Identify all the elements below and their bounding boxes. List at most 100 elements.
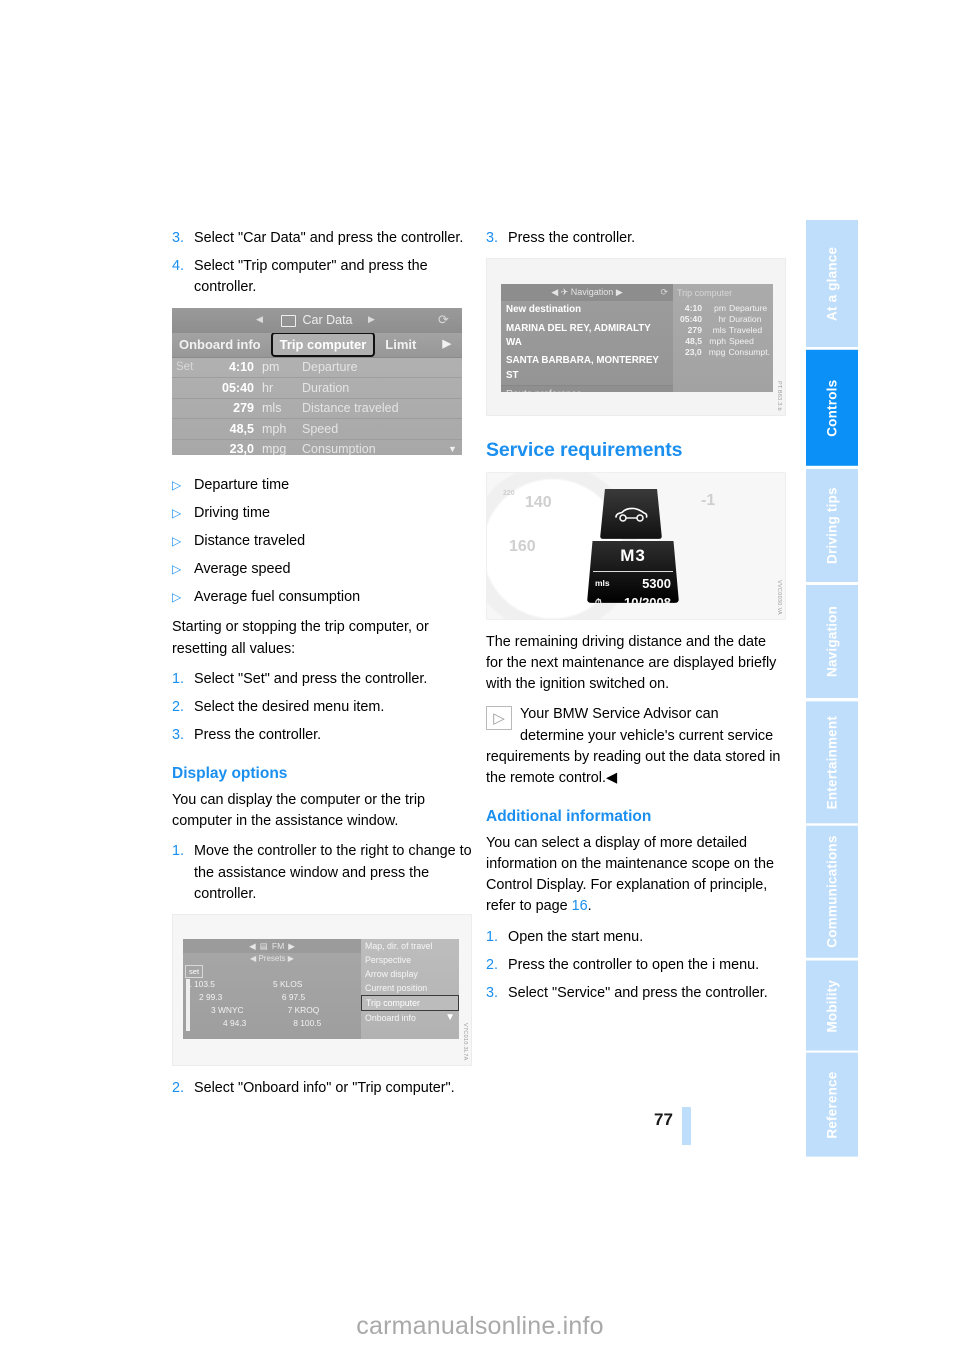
preset-3[interactable]: 3 WNYC (211, 1004, 288, 1017)
preset-slot: 4 (223, 1017, 228, 1028)
tab-reference[interactable]: Reference (806, 1053, 858, 1157)
chevron-right-icon[interactable]: ▶ (436, 336, 458, 352)
menu-item-destination-1[interactable]: MARINA DEL REY, ADMIRALTY WA (501, 320, 673, 353)
monitor-icon (281, 315, 297, 328)
fm-set-button[interactable]: set (185, 964, 204, 978)
divider (593, 570, 673, 572)
step-number: 2. (172, 698, 185, 715)
fm-panel: ◀ ▤ FM ▶ ◀ Presets ▶ set 103.5 5 KLOS 2 … (183, 938, 361, 1039)
tab-at-a-glance[interactable]: At a glance (806, 220, 858, 348)
row-label: Duration (302, 380, 350, 395)
service-advisor-note: ▷ Your BMW Service Advisor can determine… (486, 704, 786, 789)
screen-tabs: Onboard info Trip computer Limit ▶ (172, 331, 462, 358)
scroll-down-icon[interactable]: ▼ (448, 443, 462, 455)
service-paragraph: The remaining driving distance and the d… (486, 633, 777, 693)
list-item: 1. Open the start menu. (486, 927, 786, 948)
list-item: ▷ Average speed (172, 559, 472, 580)
menu-item-trip-computer[interactable]: Trip computer (361, 994, 459, 1011)
step-number: 4. (172, 258, 185, 275)
set-label[interactable]: Set (172, 359, 206, 376)
step-text: Select "Set" and press the controller. (194, 670, 428, 687)
presets-label: Presets (258, 954, 286, 963)
site-watermark: carmanualsonline.info (356, 1312, 604, 1340)
menu-item-onboard-info[interactable]: Onboard info ▼ (361, 1011, 459, 1025)
preset-1[interactable]: 1 103.5 (187, 978, 273, 991)
list-item: 3. Select "Service" and press the contro… (486, 983, 786, 1004)
screen-title: Navigation (570, 287, 614, 298)
menu-item-arrow-display[interactable]: Arrow display (361, 967, 459, 981)
row-value: 4:10 (684, 303, 702, 314)
row-value: 05:40 (222, 380, 254, 395)
row-unit: mph (709, 336, 726, 347)
trip-computer-rows: Set 4:10 pm Departure 05:40 hr Duration (172, 358, 462, 455)
distance-unit-label: mls (595, 578, 610, 589)
menu-item-route-preference[interactable]: Route preference (501, 385, 673, 393)
preset-name: 97.5 (288, 991, 306, 1002)
table-row: 279 mls Distance traveled (172, 399, 462, 420)
section-tab-rail: At a glance Controls Driving tips Naviga… (806, 220, 858, 1160)
screen-titlebar: ◀ ✈ Navigation ▶ ⟳ (501, 284, 673, 302)
bullet-text: Average speed (194, 561, 291, 578)
scroll-down-icon[interactable]: ▼ (445, 1012, 455, 1024)
preset-7[interactable]: 7 KROQ (288, 1004, 357, 1017)
chevron-right-icon: ▶ (288, 940, 295, 951)
step-text: Move the controller to the right to chan… (194, 843, 472, 902)
tab-entertainment[interactable]: Entertainment (806, 700, 858, 824)
list-item: 2. Press the controller to open the i me… (486, 955, 786, 976)
step-number: 3. (172, 727, 185, 744)
list-item: ▷ Average fuel consumption (172, 587, 472, 608)
tab-navigation[interactable]: Navigation (806, 584, 858, 698)
screen-tab-trip-computer[interactable]: Trip computer (270, 331, 376, 358)
preset-5[interactable]: 5 KLOS (273, 978, 351, 991)
menu-item-new-destination[interactable]: New destination (501, 301, 673, 319)
triangle-bullet-icon: ▷ (172, 590, 182, 605)
additional-paragraph: You can select a display of more detaile… (486, 833, 786, 918)
row-value: 23,0 (684, 347, 702, 358)
preset-6[interactable]: 6 97.5 (282, 991, 357, 1004)
step-number: 2. (486, 956, 499, 973)
menu-item-perspective[interactable]: Perspective (361, 953, 459, 967)
table-row: Set 4:10 pm Departure (172, 358, 462, 379)
preset-8[interactable]: 8 100.5 (293, 1017, 357, 1030)
fm-tuning-scale (186, 978, 190, 1031)
tab-controls[interactable]: Controls (806, 350, 858, 466)
trip-computer-side-panel: Trip computer 4:10 pm Departure 05:40 hr… (673, 284, 773, 393)
tab-communications[interactable]: Communications (806, 826, 858, 958)
screen-tab-onboard-info[interactable]: Onboard info (172, 335, 268, 354)
bullet-text: Average fuel consumption (194, 589, 361, 606)
steps-top-left: 3. Select "Car Data" and press the contr… (172, 228, 472, 299)
row-label: Speed (729, 336, 754, 347)
page-number-bar (682, 1107, 691, 1145)
preset-4[interactable]: 4 94.3 (223, 1017, 293, 1030)
menu-item-map-dir-of-travel[interactable]: Map, dir. of travel (361, 939, 459, 953)
preset-2[interactable]: 2 99.3 (199, 991, 282, 1004)
fm-presets-bar[interactable]: ◀ Presets ▶ (183, 953, 361, 965)
preset-name: WNYC (218, 1004, 244, 1015)
preset-name: 103.5 (194, 978, 215, 989)
step-number: 1. (172, 670, 185, 687)
row-label: Duration (729, 314, 762, 325)
row-value: 279 (687, 325, 702, 336)
reset-intro-paragraph: Starting or stopping the trip computer, … (172, 619, 429, 657)
figure-instrument-cluster: 220 140 160 -1 M3 mls 5300 ⏱ 10/2008 VVC… (486, 471, 786, 620)
screen-tab-limit[interactable]: Limit (378, 335, 423, 354)
step-number: 1. (172, 843, 185, 860)
tab-mobility[interactable]: Mobility (806, 960, 858, 1051)
step-text: Select "Car Data" and press the controll… (194, 230, 464, 246)
tab-driving-tips[interactable]: Driving tips (806, 468, 858, 582)
assistance-options-menu: Map, dir. of travel Perspective Arrow di… (361, 938, 459, 1039)
dial-label-140: 140 (525, 493, 552, 511)
preset-name: KLOS (280, 978, 303, 989)
figure-code: VVC0030.VA (776, 579, 782, 615)
table-row: 1 103.5 5 KLOS (187, 978, 357, 991)
list-item: 2. Select the desired menu item. (172, 697, 472, 718)
menu-item-label: Onboard info (365, 1012, 416, 1023)
page-reference-link[interactable]: 16 (572, 898, 588, 914)
chevron-left-icon: ◀ (250, 954, 257, 963)
table-row: 23,0 mpg Consumpt. (673, 347, 773, 358)
step-text: Press the controller to open the i menu. (508, 956, 760, 973)
menu-item-destination-2[interactable]: SANTA BARBARA, MONTERREY ST (501, 352, 673, 385)
menu-item-current-position[interactable]: Current position (361, 981, 459, 995)
bullet-text: Departure time (194, 476, 290, 493)
left-column: 3. Select "Car Data" and press the contr… (172, 228, 472, 1108)
